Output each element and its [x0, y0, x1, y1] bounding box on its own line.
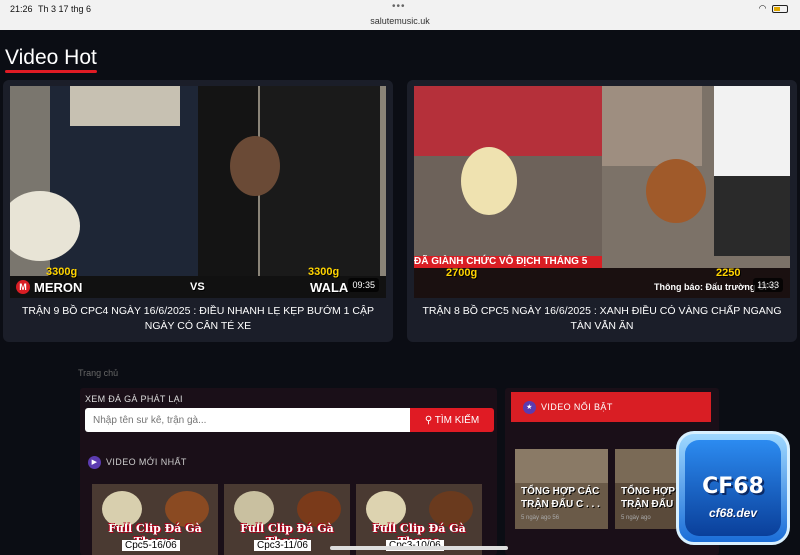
latest-label: VIDEO MỚI NHẤT	[106, 456, 187, 467]
latest-video-thumb[interactable]: Full Clip Đá Gà Thomo Cpc3-11/06	[224, 484, 350, 555]
left-weight: 3300g	[46, 266, 78, 278]
video-card[interactable]: 3300g 3300g M MERON VS WALA 09:35 TRẬN 9…	[3, 80, 393, 342]
home-indicator[interactable]	[330, 546, 508, 550]
right-name: WALA	[310, 280, 349, 295]
video-thumbnail[interactable]: 3300g 3300g M MERON VS WALA 09:35	[10, 86, 386, 298]
banner-text: ĐÃ GIÀNH CHỨC VÔ ĐỊCH THÁNG 5	[414, 256, 588, 267]
meron-badge: M	[16, 280, 30, 294]
search-input[interactable]	[85, 408, 410, 432]
vs-label: VS	[190, 281, 205, 293]
section-title: Video Hot	[5, 46, 97, 69]
video-card[interactable]: ĐÃ GIÀNH CHỨC VÔ ĐỊCH THÁNG 5 Thông báo:…	[407, 80, 797, 342]
wifi-icon: ◠	[758, 3, 767, 13]
search-button[interactable]: ⚲ TÌM KIẾM	[410, 408, 494, 432]
search-icon: ⚲	[424, 414, 435, 426]
video-title[interactable]: TRẬN 9 BỒ CPC4 NGÀY 16/6/2025 : ĐIỀU NHA…	[9, 304, 387, 334]
featured-title: TỔNG HỢP CÁC TRẬN ĐẤU C . . .	[521, 486, 600, 510]
right-weight: 3300g	[308, 266, 340, 278]
search-button-label: TÌM KIẾM	[434, 414, 480, 426]
featured-meta: 5 ngày ago 56	[521, 515, 560, 521]
video-thumbnail[interactable]: ĐÃ GIÀNH CHỨC VÔ ĐỊCH THÁNG 5 Thông báo:…	[414, 86, 790, 298]
address-bar[interactable]: salutemusic.uk	[0, 16, 800, 26]
play-icon: ▶	[88, 456, 101, 469]
left-name: MERON	[34, 280, 83, 295]
logo-site: cf68.dev	[708, 506, 758, 520]
status-icons: ◠	[759, 3, 788, 14]
title-underline	[5, 70, 97, 73]
status-bar: 21:26 Th 3 17 thg 6 ••• salutemusic.uk ◠	[0, 0, 800, 30]
star-icon: ★	[523, 401, 536, 414]
more-icon[interactable]: •••	[392, 1, 406, 12]
cf68-logo[interactable]: CF68 cf68.dev	[676, 431, 790, 545]
right-weight: 2250	[716, 267, 741, 279]
latest-heading: ▶ VIDEO MỚI NHẤT	[88, 456, 187, 469]
thumb-tag: Cpc5-16/06	[122, 540, 180, 551]
replay-title: XEM ĐÁ GÀ PHÁT LẠI	[85, 394, 183, 404]
featured-meta: 5 ngày ago	[621, 515, 651, 521]
featured-video[interactable]: TỔNG HỢP CÁC TRẬN ĐẤU C . . . 5 ngày ago…	[515, 449, 608, 529]
video-duration: 11:33	[753, 278, 783, 292]
thumb-tag: Cpc3-11/06	[254, 540, 311, 551]
status-time: 21:26	[10, 4, 33, 14]
video-duration: 09:35	[348, 278, 379, 292]
latest-video-thumb[interactable]: Full Clip Đá Gà Thomo Cpc3-10/06	[356, 484, 482, 555]
latest-video-thumb[interactable]: Full Clip Đá Gà Thomo Cpc5-16/06	[92, 484, 218, 555]
status-date: Th 3 17 thg 6	[38, 4, 92, 14]
featured-heading: ★ VIDEO NỔI BẬT	[511, 392, 711, 422]
battery-icon	[772, 4, 788, 13]
featured-label: VIDEO NỔI BẬT	[541, 401, 613, 412]
logo-brand: CF68	[702, 474, 764, 499]
left-weight: 2700g	[446, 267, 478, 279]
video-title[interactable]: TRẬN 8 BỒ CPC5 NGÀY 16/6/2025 : XANH ĐIỀ…	[413, 304, 791, 334]
breadcrumb-home[interactable]: Trang chủ	[78, 368, 118, 378]
replay-panel: XEM ĐÁ GÀ PHÁT LẠI ⚲ TÌM KIẾM ▶ VIDEO MỚI…	[80, 388, 497, 555]
